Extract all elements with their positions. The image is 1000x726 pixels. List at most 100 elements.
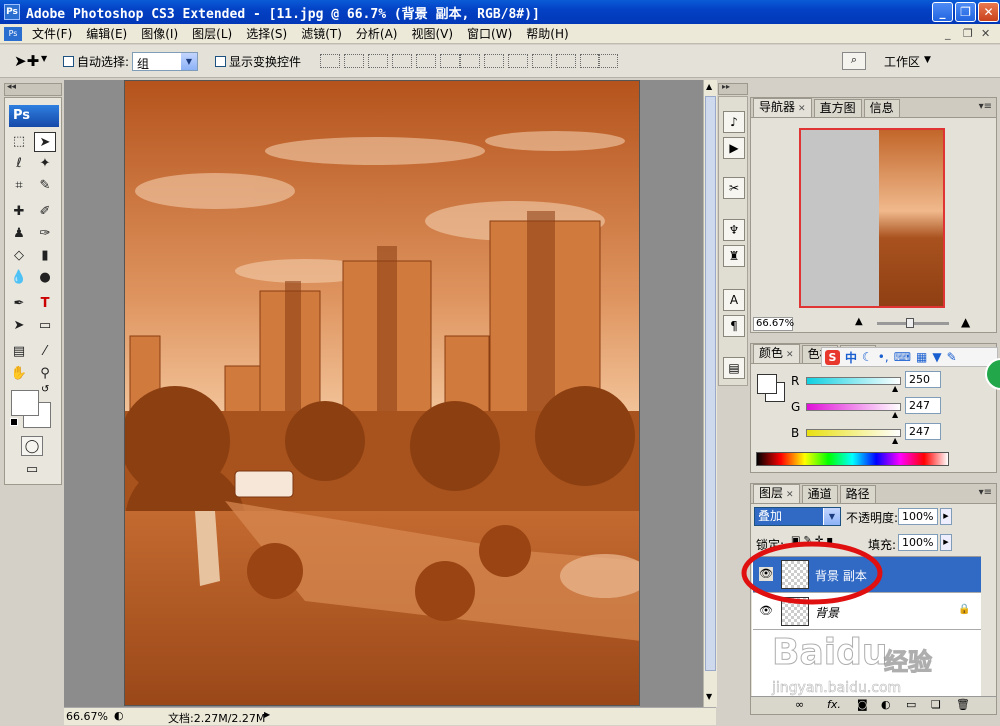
fill-slider-arrow-icon[interactable]: ▶ [940,534,952,551]
history-brush-icon[interactable]: ✑ [34,224,56,244]
auto-select-dropdown[interactable]: 组 ▼ [132,52,198,71]
layer-style-button[interactable]: fx. [827,698,841,711]
eyedropper-icon[interactable]: ⁄ [34,342,56,362]
tab-channels[interactable]: 通道 [801,485,838,503]
eraser-tool-icon[interactable]: ◇ [8,246,30,266]
menu-help[interactable]: 帮助(H) [519,25,575,42]
minimize-button[interactable]: _ [932,2,953,22]
show-transform-checkbox[interactable] [215,56,226,67]
new-layer-icon[interactable]: ❏ [931,698,941,711]
image-canvas[interactable] [124,80,640,706]
magic-wand-icon[interactable]: ✦ [34,154,56,174]
auto-select-checkbox[interactable] [63,56,74,67]
distribute-vcenter-icon[interactable] [484,54,504,68]
align-right-icon[interactable] [440,54,460,68]
channel-r-value[interactable]: 250 [905,371,941,388]
channel-g-value[interactable]: 247 [905,397,941,414]
tab-paths[interactable]: 路径 [839,485,876,503]
channel-g-slider[interactable] [806,403,901,411]
slider-thumb-icon[interactable]: ▲ [892,384,898,393]
auto-align-icon[interactable] [598,54,618,68]
tab-info[interactable]: 信息 [863,99,900,117]
align-bottom-icon[interactable] [368,54,388,68]
tab-histogram[interactable]: 直方图 [813,99,862,117]
menu-image[interactable]: 图像(I) [134,25,185,42]
healing-brush-icon[interactable]: ✚ [8,202,30,222]
wrench-icon[interactable]: ✎ [947,350,957,364]
new-group-icon[interactable]: ▭ [906,698,916,711]
dodge-tool-icon[interactable]: ● [34,268,56,288]
layer-comps-icon[interactable]: ▤ [723,357,745,379]
menu-select[interactable]: 选择(S) [239,25,294,42]
collapse-icon[interactable]: ◂◂ [7,82,16,92]
menu-view[interactable]: 视图(V) [404,25,460,42]
swap-colors-icon[interactable]: ↺ [41,384,49,395]
hand-tool-icon[interactable]: ✋ [8,364,30,384]
channel-r-slider[interactable] [806,377,901,385]
paragraph-panel-icon[interactable]: ¶ [723,315,745,337]
channel-b-slider[interactable] [806,429,901,437]
moon-icon[interactable]: ☾ [862,350,873,364]
path-selection-icon[interactable]: ➤ [8,316,30,336]
panel-menu-icon[interactable]: ▾≡ [979,101,992,112]
close-icon[interactable]: ✕ [798,104,806,114]
slider-thumb-icon[interactable]: ▲ [892,436,898,445]
zoom-out-icon[interactable]: ▲ [855,316,863,327]
grid-icon[interactable]: ▦ [916,350,927,364]
sogou-logo[interactable]: S [825,349,840,365]
tab-layers[interactable]: 图层 ✕ [753,484,800,503]
slice-tool-icon[interactable]: ✎ [34,176,56,196]
menu-file[interactable]: 文件(F) [25,25,79,42]
blur-tool-icon[interactable]: 💧 [8,268,30,288]
align-hcenter-icon[interactable] [416,54,436,68]
gradient-tool-icon[interactable]: ▮ [34,246,56,266]
menu-analysis[interactable]: 分析(A) [349,25,405,42]
keyboard-icon[interactable]: ⌨ [894,350,911,364]
screen-mode-icon[interactable]: ▭ [21,460,43,480]
shape-tool-icon[interactable]: ▭ [34,316,56,336]
scroll-down-icon[interactable]: ▼ [706,692,712,701]
clone-stamp-icon[interactable]: ♟ [8,224,30,244]
zoom-slider-thumb[interactable] [906,318,914,328]
move-tool-preset-icon[interactable]: ➤✚ [14,52,39,70]
status-zoom[interactable]: 66.67% [66,710,108,723]
distribute-right-icon[interactable] [580,54,600,68]
zoom-in-icon[interactable]: ▲ [961,315,970,329]
dock-grip[interactable]: ▸▸ [718,82,748,95]
align-top-icon[interactable] [320,54,340,68]
bridge-icon[interactable]: ⌕ [842,52,866,70]
scroll-up-icon[interactable]: ▲ [706,82,712,91]
scroll-thumb[interactable] [705,96,716,671]
brush-tool-icon[interactable]: ✐ [34,202,56,222]
menu-filter[interactable]: 滤镜(T) [294,25,349,42]
fg-color-swatch[interactable] [757,374,777,394]
link-layers-icon[interactable]: ∞ [795,698,804,711]
history-panel-icon[interactable]: ♪ [723,111,745,133]
fill-field[interactable]: 100% [898,534,938,551]
slider-thumb-icon[interactable]: ▲ [892,410,898,419]
tools-grip[interactable]: ◂◂ [4,82,62,96]
doc-minimize-button[interactable]: _ [945,27,951,40]
lasso-tool-icon[interactable]: ℓ [8,154,30,174]
align-left-icon[interactable] [392,54,412,68]
blend-mode-dropdown[interactable]: 叠加 ▼ [754,507,841,526]
doc-close-button[interactable]: ✕ [981,27,990,40]
align-vcenter-icon[interactable] [344,54,364,68]
channel-b-value[interactable]: 247 [905,423,941,440]
close-button[interactable]: ✕ [978,2,999,22]
character-panel-icon[interactable]: A [723,289,745,311]
chevron-down-icon[interactable]: ▼ [181,53,197,70]
navigator-zoom-field[interactable]: 66.67% [753,317,794,331]
zoom-tool-icon[interactable]: ⚲ [34,364,56,384]
brushes-panel-icon[interactable]: ♆ [723,219,745,241]
tab-color[interactable]: 颜色 ✕ [753,344,800,363]
clone-source-icon[interactable]: ♜ [723,245,745,267]
default-colors-icon[interactable] [10,418,18,426]
maximize-button[interactable]: ❐ [955,2,976,22]
add-mask-icon[interactable]: ◙ [857,698,868,711]
menu-layer[interactable]: 图层(L) [185,25,239,42]
actions-panel-icon[interactable]: ▶ [723,137,745,159]
chevron-down-icon[interactable]: ▼ [41,54,47,63]
marquee-tool-icon[interactable]: ⬚ [8,132,30,152]
delete-layer-icon[interactable]: 🗑 [956,698,970,711]
